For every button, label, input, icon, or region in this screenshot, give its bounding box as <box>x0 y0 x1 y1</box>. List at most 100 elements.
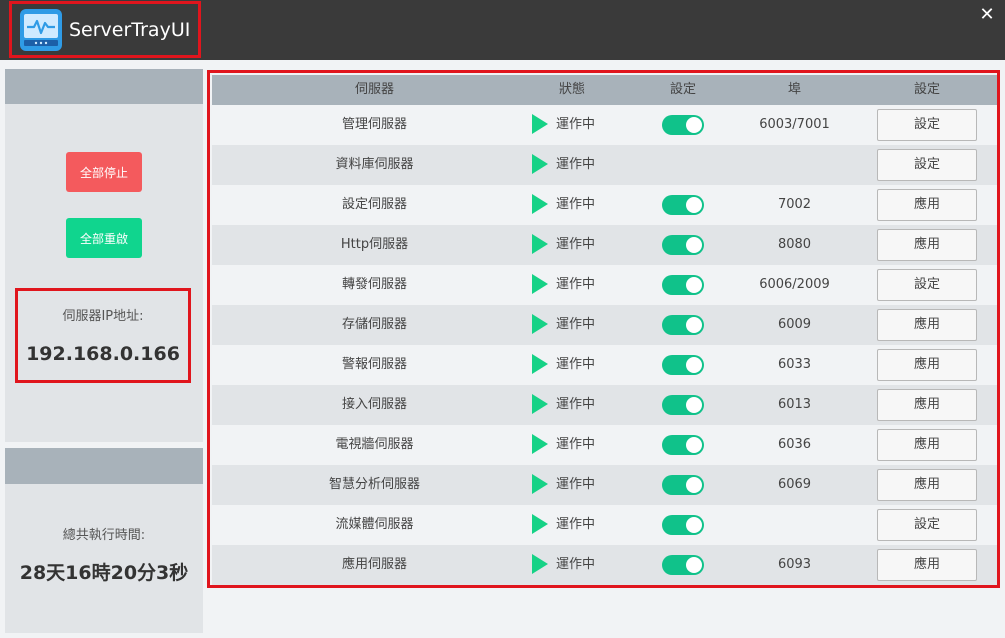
enable-toggle[interactable] <box>662 475 704 495</box>
close-icon[interactable]: ✕ <box>977 4 997 26</box>
control-panel: 全部停止 全部重啟 伺服器IP地址: 192.168.0.166 <box>5 69 203 442</box>
action-cell: 應用 <box>877 185 977 225</box>
enable-toggle[interactable] <box>662 555 704 575</box>
row-action-button[interactable]: 應用 <box>877 549 977 581</box>
server-port: 6069 <box>777 477 812 492</box>
action-cell: 應用 <box>877 465 977 505</box>
toggle-cell <box>662 465 704 505</box>
uptime-label: 總共執行時間: <box>62 528 146 543</box>
toggle-cell <box>662 345 704 385</box>
enable-toggle[interactable] <box>662 515 704 535</box>
server-port: 6093 <box>777 557 812 572</box>
row-action-button[interactable]: 應用 <box>877 389 977 421</box>
play-icon <box>532 514 548 534</box>
control-panel-header <box>5 69 203 104</box>
server-port: 6036 <box>777 437 812 452</box>
server-status-text: 運作中 <box>556 437 596 452</box>
header-action: 設定 <box>913 82 940 97</box>
play-icon <box>532 394 548 414</box>
table-row: Http伺服器 運作中 8080 應用 <box>212 225 997 265</box>
server-status-text: 運作中 <box>556 397 596 412</box>
play-icon <box>532 434 548 454</box>
play-icon <box>532 554 548 574</box>
stop-all-button[interactable]: 全部停止 <box>66 152 142 192</box>
server-status: 運作中 <box>532 465 622 505</box>
app-title: ServerTrayUI <box>69 18 191 41</box>
table-body: 管理伺服器 運作中 6003/7001 設定 資料庫伺服器 運作中 設定 設定伺服器 運作中 70… <box>212 105 997 585</box>
server-port: 6009 <box>777 317 812 332</box>
toggle-cell <box>662 545 704 585</box>
table-row: 存儲伺服器 運作中 6009 應用 <box>212 305 997 345</box>
server-status-text: 運作中 <box>556 197 596 212</box>
server-port: 6006/2009 <box>759 277 830 292</box>
action-cell: 應用 <box>877 305 977 345</box>
row-action-button[interactable]: 應用 <box>877 309 977 341</box>
row-action-button[interactable]: 應用 <box>877 229 977 261</box>
server-name: 設定伺服器 <box>341 197 407 212</box>
toggle-cell <box>662 185 704 225</box>
header-toggle: 設定 <box>669 82 696 97</box>
server-name: 流媒體伺服器 <box>335 517 414 532</box>
toggle-cell <box>662 385 704 425</box>
server-status: 運作中 <box>532 345 622 385</box>
row-action-button[interactable]: 應用 <box>877 349 977 381</box>
row-action-button[interactable]: 設定 <box>877 109 977 141</box>
server-status: 運作中 <box>532 505 622 545</box>
enable-toggle[interactable] <box>662 435 704 455</box>
server-status-text: 運作中 <box>556 237 596 252</box>
server-name: 應用伺服器 <box>341 557 407 572</box>
server-port: 6003/7001 <box>759 117 830 132</box>
table-row: 應用伺服器 運作中 6093 應用 <box>212 545 997 585</box>
enable-toggle[interactable] <box>662 395 704 415</box>
app-brand: ServerTrayUI <box>9 1 201 58</box>
action-cell: 設定 <box>877 505 977 545</box>
row-action-button[interactable]: 應用 <box>877 429 977 461</box>
toggle-cell <box>662 105 704 145</box>
server-name: 智慧分析伺服器 <box>328 477 420 492</box>
play-icon <box>532 194 548 214</box>
enable-toggle[interactable] <box>662 195 704 215</box>
server-status-text: 運作中 <box>556 277 596 292</box>
restart-all-button[interactable]: 全部重啟 <box>66 218 142 258</box>
server-name: 接入伺服器 <box>341 397 407 412</box>
server-status-text: 運作中 <box>556 357 596 372</box>
action-cell: 應用 <box>877 225 977 265</box>
server-name: Http伺服器 <box>340 237 409 252</box>
enable-toggle[interactable] <box>662 315 704 335</box>
row-action-button[interactable]: 設定 <box>877 149 977 181</box>
enable-toggle[interactable] <box>662 355 704 375</box>
header-server: 伺服器 <box>354 82 394 97</box>
table-row: 接入伺服器 運作中 6013 應用 <box>212 385 997 425</box>
row-action-button[interactable]: 設定 <box>877 269 977 301</box>
uptime-value: 28天16時20分3秒 <box>19 562 189 584</box>
toggle-cell <box>662 265 704 305</box>
header-port: 埠 <box>787 82 801 97</box>
enable-toggle[interactable] <box>662 235 704 255</box>
table-row: 轉發伺服器 運作中 6006/2009 設定 <box>212 265 997 305</box>
server-status-text: 運作中 <box>556 317 596 332</box>
action-cell: 設定 <box>877 145 977 185</box>
toggle-cell <box>662 505 704 545</box>
server-status: 運作中 <box>532 105 622 145</box>
uptime-panel: 總共執行時間: 28天16時20分3秒 <box>5 448 203 633</box>
enable-toggle[interactable] <box>662 275 704 295</box>
server-status: 運作中 <box>532 305 622 345</box>
enable-toggle[interactable] <box>662 115 704 135</box>
row-action-button[interactable]: 設定 <box>877 509 977 541</box>
server-port: 6033 <box>777 357 812 372</box>
server-ip-box: 伺服器IP地址: 192.168.0.166 <box>15 288 191 383</box>
row-action-button[interactable]: 應用 <box>877 469 977 501</box>
server-status: 運作中 <box>532 385 622 425</box>
row-action-button[interactable]: 應用 <box>877 189 977 221</box>
title-bar: ServerTrayUI ✕ <box>0 0 1005 60</box>
server-port <box>732 505 857 545</box>
header-status: 狀態 <box>558 82 585 97</box>
server-port: 8080 <box>777 237 812 252</box>
play-icon <box>532 234 548 254</box>
server-status: 運作中 <box>532 425 622 465</box>
server-ip-value: 192.168.0.166 <box>26 343 180 365</box>
server-status: 運作中 <box>532 545 622 585</box>
play-icon <box>532 314 548 334</box>
monitor-pulse-icon <box>19 8 63 52</box>
play-icon <box>532 354 548 374</box>
